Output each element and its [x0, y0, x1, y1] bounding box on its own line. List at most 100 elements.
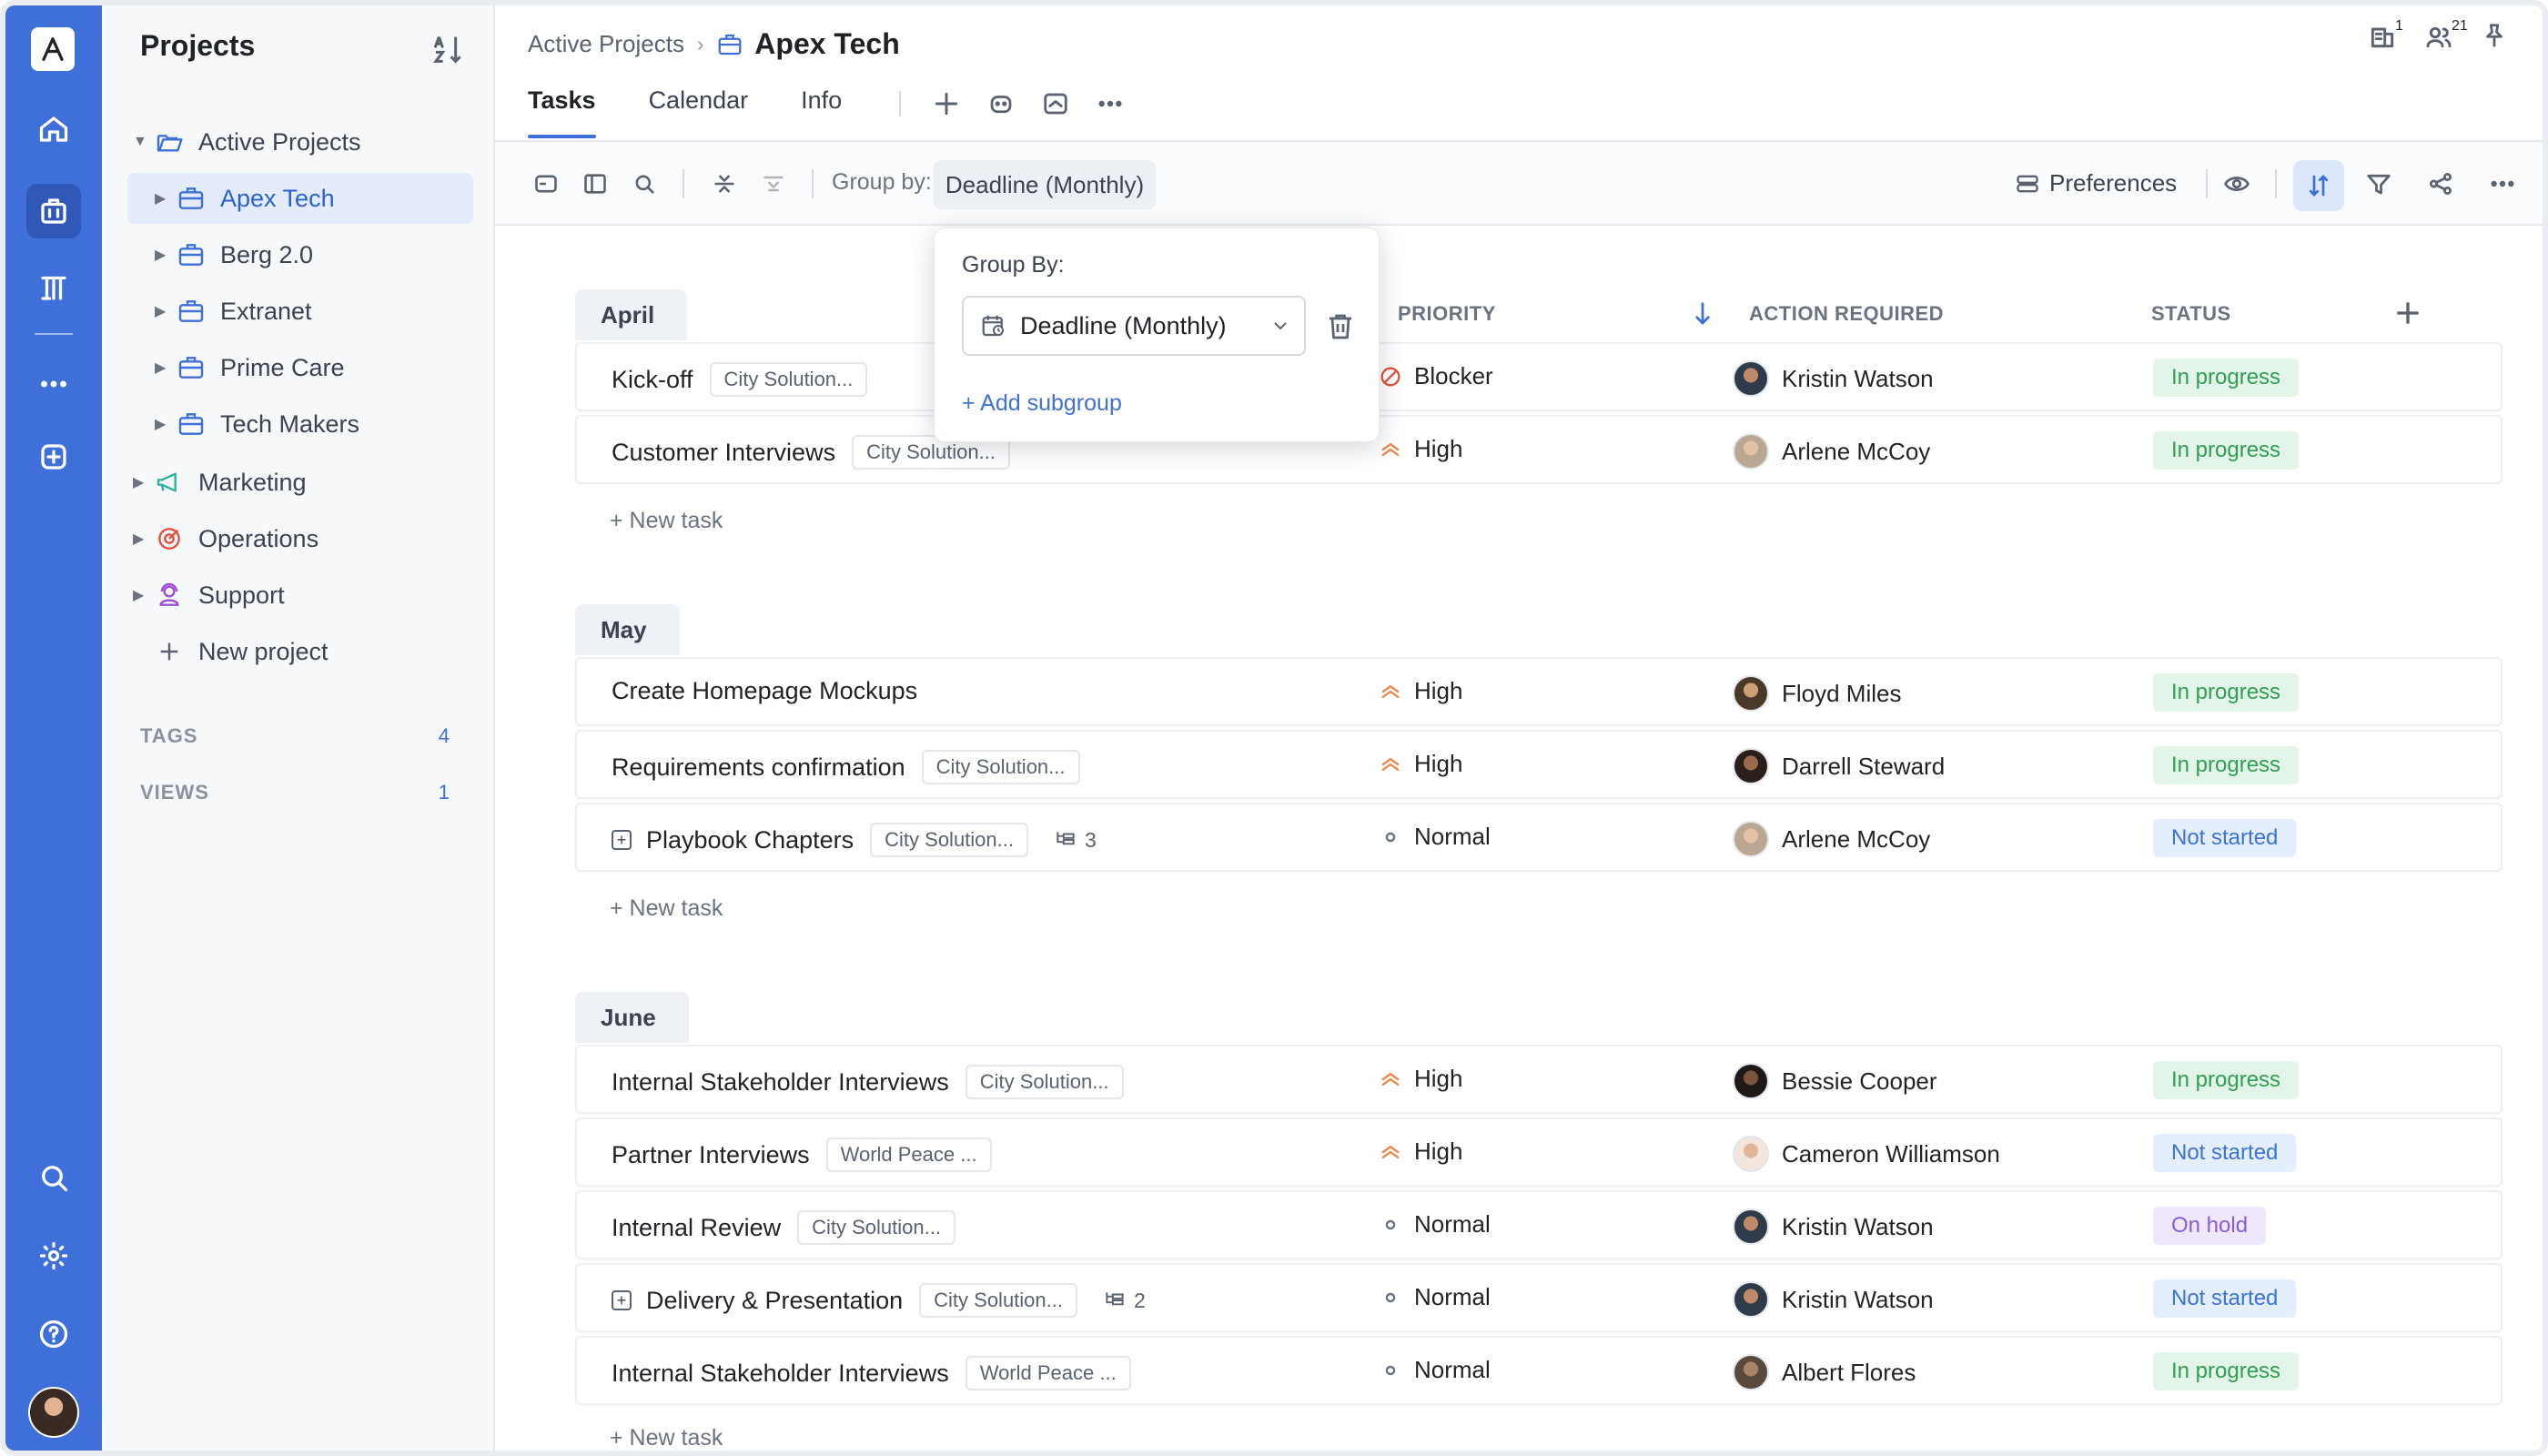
- task-tag[interactable]: City Solution...: [797, 1210, 956, 1245]
- assignee-cell[interactable]: Darrell Steward: [1733, 748, 1945, 784]
- sidebar-item-active-projects[interactable]: ▼ Active Projects: [127, 116, 473, 167]
- task-tag[interactable]: World Peace ...: [965, 1356, 1131, 1390]
- settings-gear-icon[interactable]: [26, 1228, 81, 1283]
- more-dots-icon[interactable]: [26, 357, 81, 411]
- table-row[interactable]: Requirements confirmation City Solution..…: [575, 730, 2502, 799]
- preferences-button[interactable]: Preferences: [2015, 169, 2177, 197]
- caret-right-icon[interactable]: ▶: [155, 359, 166, 377]
- task-title[interactable]: Internal Stakeholder Interviews: [612, 1360, 949, 1388]
- assignee-cell[interactable]: Albert Flores: [1733, 1354, 1916, 1390]
- priority-cell[interactable]: Blocker: [1378, 362, 1493, 390]
- sidebar-item-marketing[interactable]: ▶ Marketing: [127, 457, 473, 508]
- priority-cell[interactable]: Normal: [1378, 1356, 1491, 1384]
- sort-toggle-icon[interactable]: [2293, 160, 2344, 211]
- group-by-button[interactable]: Deadline (Monthly): [934, 160, 1156, 209]
- users-icon[interactable]: 21: [2424, 18, 2468, 58]
- bot-icon[interactable]: [974, 86, 1028, 122]
- caret-right-icon[interactable]: ▶: [155, 246, 166, 264]
- task-title[interactable]: Partner Interviews: [612, 1141, 810, 1169]
- new-project-button[interactable]: New project: [127, 626, 473, 677]
- new-task-button[interactable]: + New task: [610, 1425, 723, 1451]
- sidebar-panel-icon[interactable]: [575, 164, 615, 204]
- priority-cell[interactable]: High: [1378, 750, 1462, 778]
- embed-view-icon[interactable]: [1028, 86, 1083, 122]
- visibility-eye-icon[interactable]: [2217, 164, 2257, 204]
- priority-cell[interactable]: High: [1378, 435, 1462, 463]
- assignee-cell[interactable]: Kristin Watson: [1733, 1208, 1934, 1245]
- add-app-icon[interactable]: [26, 430, 81, 484]
- tab-calendar[interactable]: Calendar: [649, 84, 749, 138]
- add-tab-plus-icon[interactable]: [919, 86, 974, 122]
- caret-right-icon[interactable]: ▶: [155, 302, 166, 320]
- caret-right-icon[interactable]: ▶: [133, 530, 144, 548]
- pin-icon[interactable]: [2481, 22, 2517, 58]
- status-badge[interactable]: On hold: [2153, 1207, 2267, 1245]
- table-row[interactable]: Create Homepage Mockups High Floyd Miles…: [575, 657, 2502, 726]
- status-badge[interactable]: In progress: [2153, 673, 2300, 712]
- status-badge[interactable]: In progress: [2153, 359, 2300, 397]
- subtask-count[interactable]: 3: [1054, 828, 1097, 853]
- home-icon[interactable]: [26, 102, 81, 157]
- group-header-may[interactable]: May: [575, 604, 680, 655]
- task-tag[interactable]: City Solution...: [921, 750, 1080, 784]
- table-row[interactable]: Internal Stakeholder Interviews World Pea…: [575, 1336, 2502, 1405]
- assignee-cell[interactable]: Cameron Williamson: [1733, 1136, 2000, 1172]
- status-badge[interactable]: In progress: [2153, 746, 2300, 784]
- delete-trash-icon[interactable]: [1324, 310, 1357, 343]
- collapse-all-icon[interactable]: [704, 164, 744, 204]
- sidebar-item-apex-tech[interactable]: ▶ Apex Tech: [127, 173, 473, 224]
- assignee-cell[interactable]: Kristin Watson: [1733, 1281, 1934, 1318]
- new-task-button[interactable]: + New task: [610, 508, 723, 534]
- sidebar-item-operations[interactable]: ▶ Operations: [127, 513, 473, 564]
- search-icon[interactable]: [624, 164, 664, 204]
- share-icon[interactable]: [2421, 164, 2461, 204]
- caret-right-icon[interactable]: ▶: [133, 586, 144, 604]
- task-title[interactable]: Playbook Chapters: [646, 826, 854, 854]
- assignee-cell[interactable]: Arlene McCoy: [1733, 821, 1930, 857]
- assignee-cell[interactable]: Bessie Cooper: [1733, 1063, 1937, 1099]
- caret-right-icon[interactable]: ▶: [133, 473, 144, 491]
- group-by-select[interactable]: Deadline (Monthly): [962, 296, 1306, 356]
- priority-cell[interactable]: Normal: [1378, 823, 1491, 851]
- table-row[interactable]: Customer Interviews City Solution... High…: [575, 415, 2502, 484]
- priority-cell[interactable]: High: [1378, 1065, 1462, 1093]
- sidebar-item-support[interactable]: ▶ Support: [127, 570, 473, 621]
- user-avatar[interactable]: [28, 1387, 79, 1438]
- task-tag[interactable]: World Peace ...: [825, 1138, 992, 1172]
- priority-cell[interactable]: Normal: [1378, 1283, 1491, 1311]
- sort-desc-arrow-icon[interactable]: [1689, 298, 1716, 329]
- task-tag[interactable]: City Solution...: [965, 1065, 1124, 1099]
- expand-all-icon[interactable]: [753, 164, 794, 204]
- sort-az-icon[interactable]: [431, 31, 468, 67]
- table-row[interactable]: Kick-off City Solution... Blocker Kristin…: [575, 342, 2502, 411]
- filter-icon[interactable]: [2359, 164, 2399, 204]
- table-row[interactable]: Internal Review City Solution... Normal K…: [575, 1190, 2502, 1259]
- caret-right-icon[interactable]: ▶: [155, 415, 166, 433]
- table-row[interactable]: + Playbook Chapters City Solution... 3 No…: [575, 803, 2502, 872]
- task-tag[interactable]: City Solution...: [709, 362, 868, 397]
- status-badge[interactable]: Not started: [2153, 819, 2297, 857]
- status-badge[interactable]: In progress: [2153, 1352, 2300, 1390]
- templates-icon[interactable]: [26, 260, 81, 315]
- search-icon[interactable]: [26, 1150, 81, 1205]
- task-title[interactable]: Delivery & Presentation: [646, 1287, 903, 1315]
- priority-cell[interactable]: High: [1378, 1138, 1462, 1166]
- table-row[interactable]: Partner Interviews World Peace ... High C…: [575, 1117, 2502, 1187]
- task-title[interactable]: Customer Interviews: [612, 439, 835, 467]
- sidebar-item-tech-makers[interactable]: ▶ Tech Makers: [127, 399, 473, 450]
- assignee-cell[interactable]: Kristin Watson: [1733, 360, 1934, 397]
- more-horizontal-icon[interactable]: [1083, 86, 1138, 122]
- caret-down-icon[interactable]: ▼: [133, 134, 147, 150]
- group-header-april[interactable]: April: [575, 289, 688, 340]
- sidebar-item-prime-care[interactable]: ▶ Prime Care: [127, 342, 473, 393]
- subtask-count[interactable]: 2: [1103, 1289, 1146, 1313]
- assignee-cell[interactable]: Floyd Miles: [1733, 675, 1901, 712]
- expand-subtasks-icon[interactable]: +: [612, 830, 632, 850]
- add-subgroup-button[interactable]: + Add subgroup: [962, 390, 1122, 417]
- views-section-label[interactable]: VIEWS: [140, 781, 209, 804]
- app-logo-icon[interactable]: [31, 27, 75, 71]
- companies-icon[interactable]: 1: [2368, 18, 2404, 58]
- task-title[interactable]: Internal Stakeholder Interviews: [612, 1068, 949, 1097]
- tags-section-label[interactable]: TAGS: [140, 724, 197, 748]
- status-badge[interactable]: Not started: [2153, 1279, 2297, 1318]
